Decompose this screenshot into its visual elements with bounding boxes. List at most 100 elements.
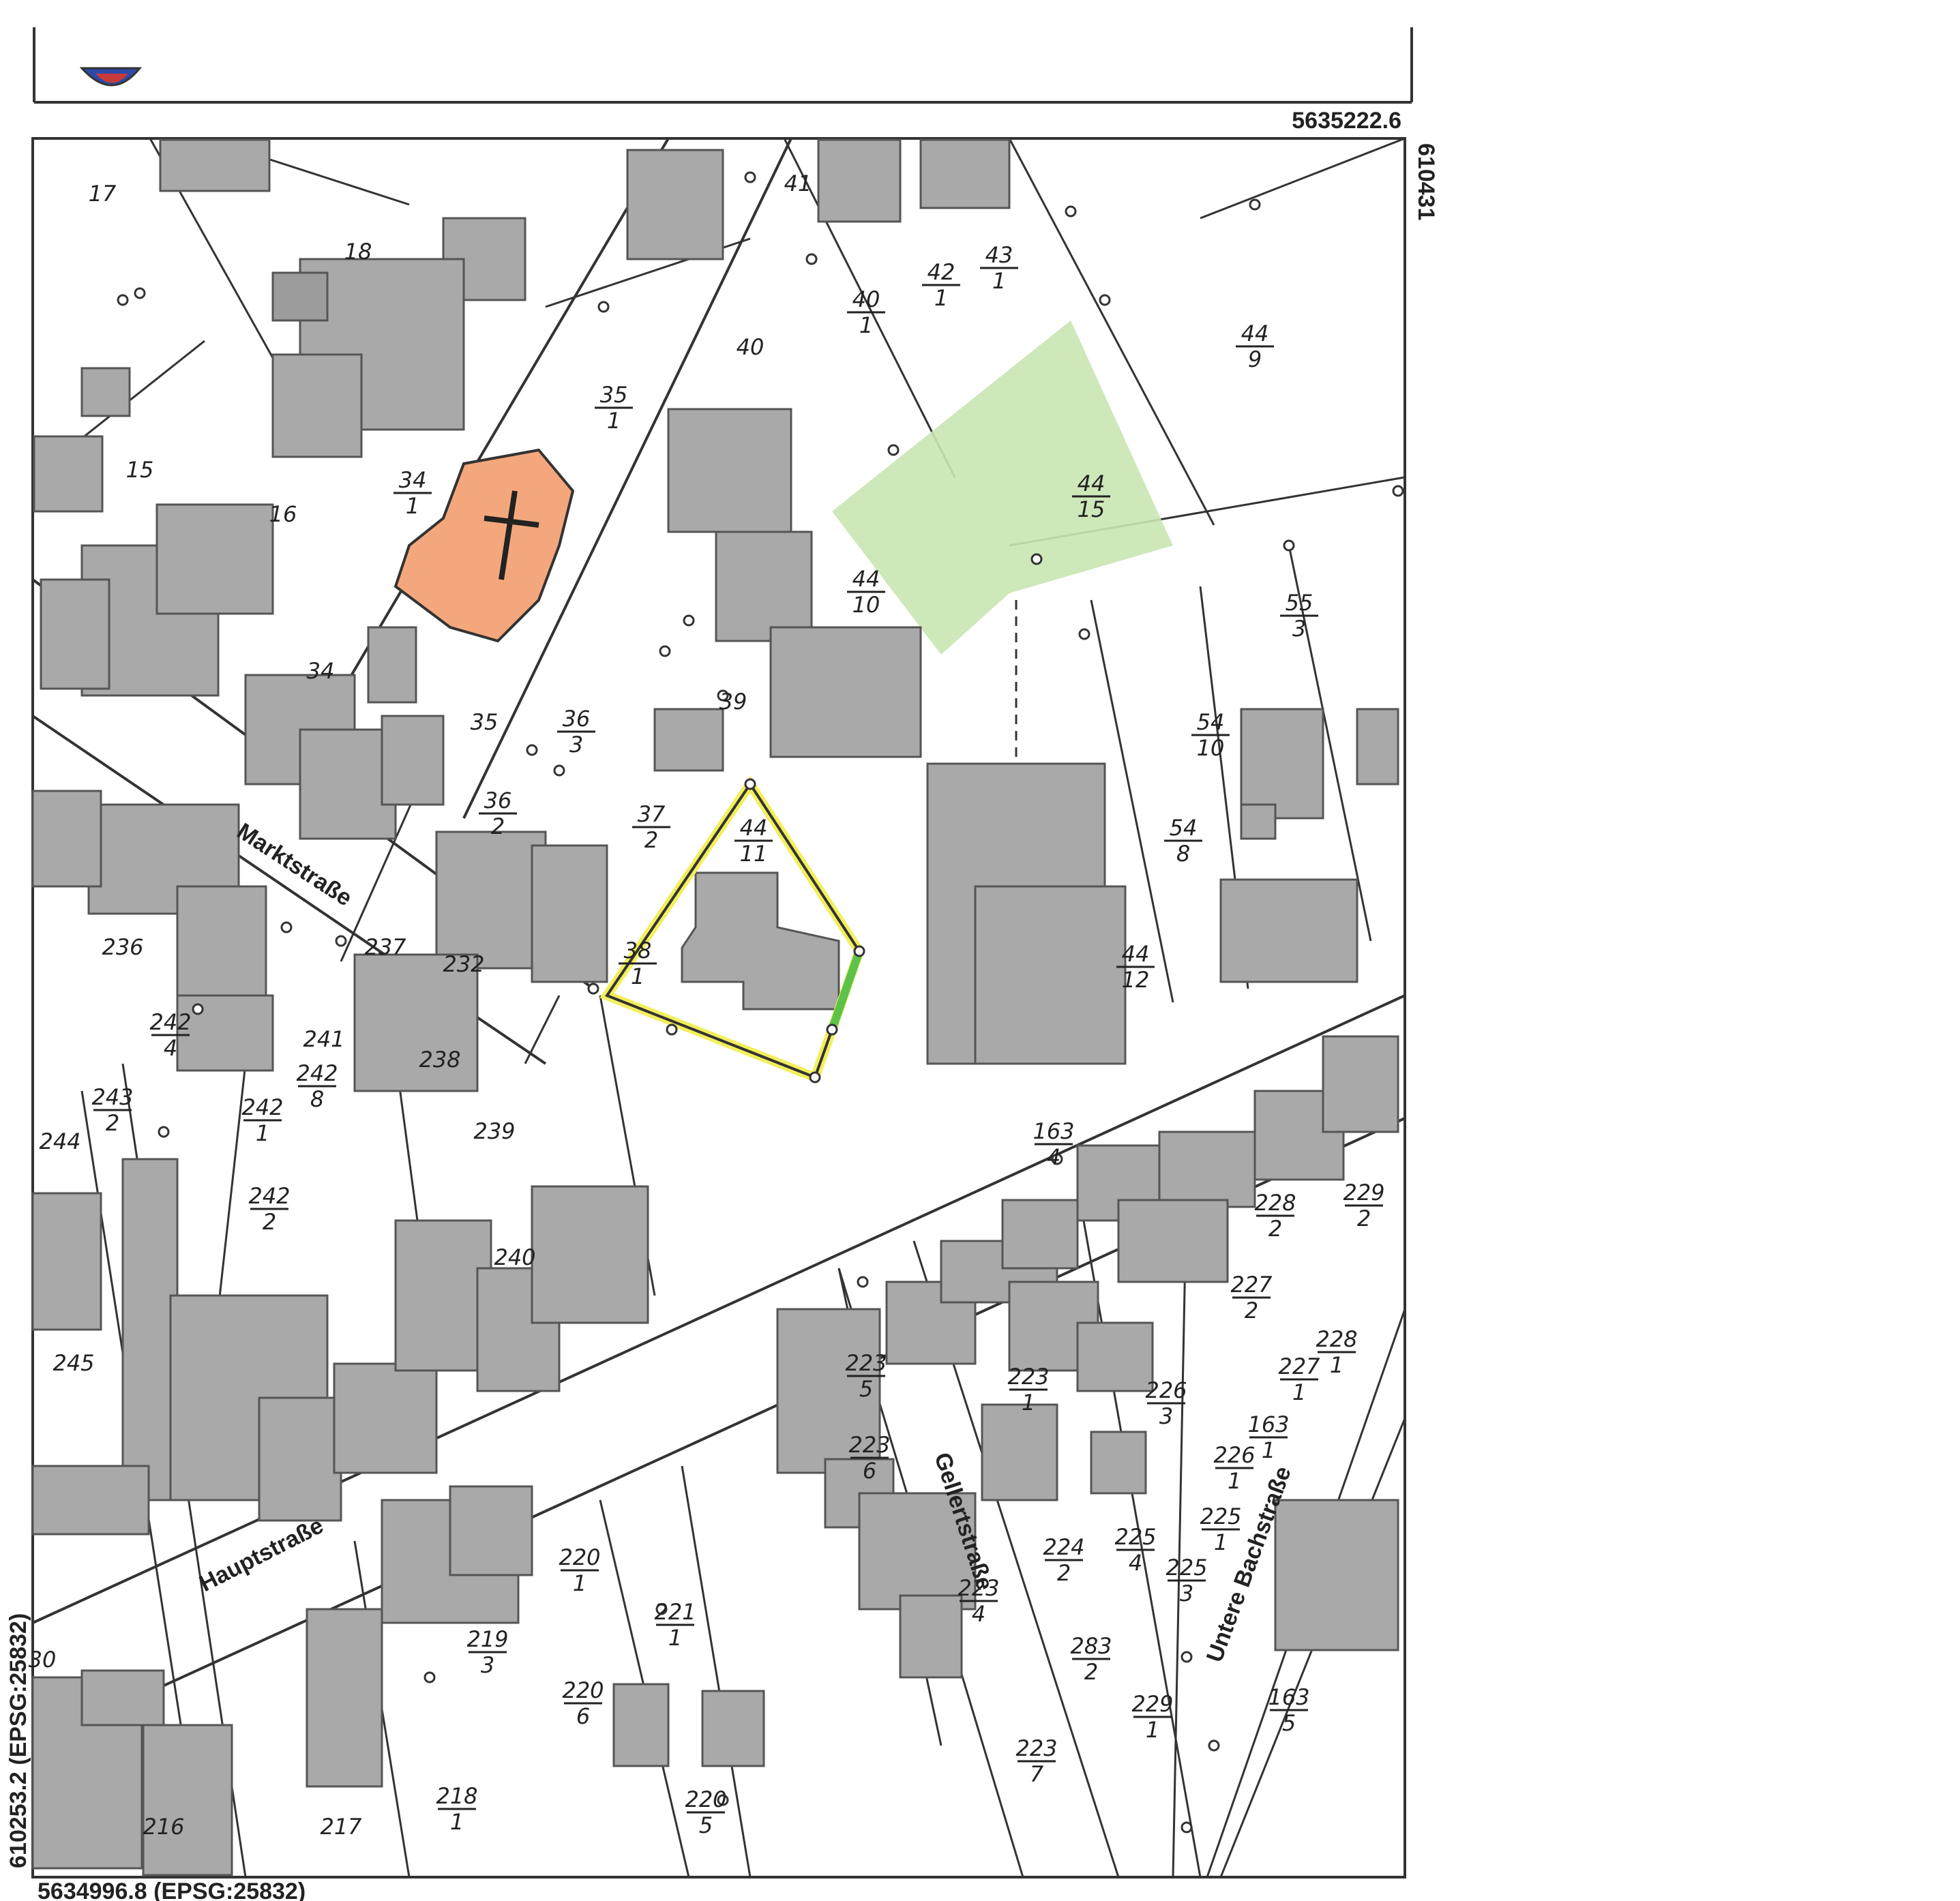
parcel-sub-number: 2 [1057, 1560, 1071, 1586]
parcel-number: 54 [1170, 815, 1198, 841]
parcel-sub-number: 1 [1022, 1390, 1035, 1416]
parcel-label: 216 [143, 1814, 184, 1840]
parcel-sub-number: 12 [1122, 967, 1150, 993]
parcel-sub-number: 6 [576, 1703, 590, 1729]
parcel-label: 237 [364, 934, 406, 960]
parcel-number: 223 [1015, 1735, 1057, 1761]
parcel-number: 219 [466, 1626, 508, 1652]
coord-right-vertical: 610431 [1413, 143, 1439, 220]
parcel-sub-number: 7 [1030, 1761, 1044, 1787]
parcel-number: 36 [563, 706, 591, 732]
parcel-number: 227 [1278, 1353, 1320, 1379]
parcel-sub-number: 5 [699, 1812, 713, 1838]
parcel-label: 18 [344, 239, 372, 265]
parcel-number: 239 [473, 1118, 515, 1144]
parcel-number: 40 [852, 286, 880, 312]
parcel-number: 242 [149, 1009, 191, 1035]
parcel-sub-number: 1 [1292, 1379, 1306, 1405]
parcel-label: 4410 [847, 566, 885, 618]
parcel-number: 227 [1230, 1272, 1273, 1298]
parcel-number: 34 [307, 658, 335, 684]
parcel-number: 44 [1078, 470, 1105, 496]
parcel-number: 54 [1197, 709, 1225, 735]
parcel-sub-number: 11 [740, 841, 768, 867]
parcel-number: 34 [399, 467, 427, 493]
parcel-number: 37 [638, 801, 666, 827]
parcel-label: 5410 [1191, 709, 1230, 761]
parcel-number: 44 [1122, 941, 1150, 967]
parcel-number: 18 [344, 239, 372, 265]
parcel-number: 216 [143, 1814, 184, 1840]
parcel-sub-number: 5 [1282, 1710, 1296, 1736]
parcel-sub-number: 15 [1078, 496, 1105, 522]
parcel-number: 225 [1165, 1555, 1207, 1581]
parcel-number: 241 [303, 1026, 344, 1052]
parcel-label: 236 [102, 934, 143, 960]
parcel-label: 4412 [1116, 941, 1155, 993]
parcel-number: 220 [685, 1786, 726, 1812]
parcel-number: 283 [1070, 1633, 1112, 1659]
parcel-sub-number: 1 [406, 493, 419, 519]
parcel-sub-number: 4 [1047, 1144, 1060, 1170]
parcel-label: 40 [737, 334, 764, 360]
parcel-label: 17 [89, 181, 117, 207]
parcel-sub-number: 2 [1268, 1216, 1282, 1242]
parcel-sub-number: 1 [668, 1625, 682, 1651]
parcel-label: 4415 [1072, 470, 1110, 522]
parcel-number: 223 [957, 1575, 999, 1601]
parcel-sub-number: 9 [1248, 346, 1262, 372]
parcel-label: 15 [126, 457, 154, 483]
parcel-number: 38 [624, 938, 652, 963]
parcel-number: 229 [1343, 1180, 1384, 1206]
parcel-label: 239 [473, 1118, 515, 1144]
parcel-number: 225 [1114, 1524, 1156, 1550]
parcel-number: 43 [985, 242, 1013, 268]
parcel-number: 232 [443, 951, 484, 977]
parcel-number: 237 [364, 934, 406, 960]
parcel-sub-number: 4 [972, 1601, 985, 1627]
parcel-sub-number: 1 [573, 1570, 586, 1596]
parcel-sub-number: 2 [1357, 1206, 1371, 1231]
parcel-number: 226 [1145, 1377, 1187, 1403]
parcel-label: 217 [320, 1814, 362, 1840]
parcel-number: 163 [1247, 1411, 1289, 1437]
parcel-number: 243 [91, 1084, 133, 1110]
parcel-sub-number: 3 [1180, 1581, 1193, 1606]
parcel-number: 44 [852, 566, 880, 592]
parcel-sub-number: 1 [1146, 1717, 1159, 1743]
parcel-number: 42 [927, 259, 955, 285]
parcel-number: 35 [600, 382, 628, 408]
parcel-number: 220 [559, 1544, 600, 1570]
parcel-sub-number: 3 [1159, 1403, 1173, 1429]
parcel-sub-number: 2 [644, 827, 658, 853]
parcel-number: 55 [1286, 590, 1313, 616]
parcel-label: 16 [269, 501, 297, 527]
parcel-sub-number: 5 [859, 1376, 873, 1402]
parcel-sub-number: 4 [1129, 1550, 1142, 1576]
parcel-sub-number: 3 [481, 1652, 494, 1678]
parcel-number: 15 [126, 457, 154, 483]
parcel-sub-number: 2 [106, 1110, 119, 1136]
parcel-sub-number: 2 [1245, 1298, 1258, 1323]
parcel-number: 40 [737, 334, 764, 360]
header-frame [33, 27, 1413, 104]
parcel-sub-number: 3 [1292, 616, 1306, 642]
parcel-number: 228 [1254, 1190, 1296, 1216]
parcel-number: 223 [845, 1350, 887, 1376]
parcel-sub-number: 10 [1197, 735, 1225, 761]
parcel-number: 225 [1200, 1503, 1241, 1529]
parcel-number: 17 [89, 181, 117, 207]
parcel-label: 4411 [734, 815, 773, 867]
parcel-sub-number: 2 [1084, 1659, 1098, 1685]
cadastral-map: 5635222.6 610431 5634996.8 (EPSG:25832) … [5, 27, 1439, 1901]
coord-left-vertical: 610253.2 (EPSG:25832) [5, 1613, 31, 1868]
parcel-number: 242 [241, 1094, 283, 1120]
parcel-sub-number: 2 [263, 1209, 276, 1235]
parcel-number: 36 [484, 788, 512, 813]
parcel-number: 242 [248, 1183, 290, 1209]
parcel-number: 163 [1033, 1118, 1074, 1144]
parcel-number: 223 [848, 1432, 890, 1458]
parcel-label: 241 [303, 1026, 344, 1052]
parcel-sub-number: 8 [1176, 841, 1190, 867]
parcel-sub-number: 3 [569, 732, 583, 758]
